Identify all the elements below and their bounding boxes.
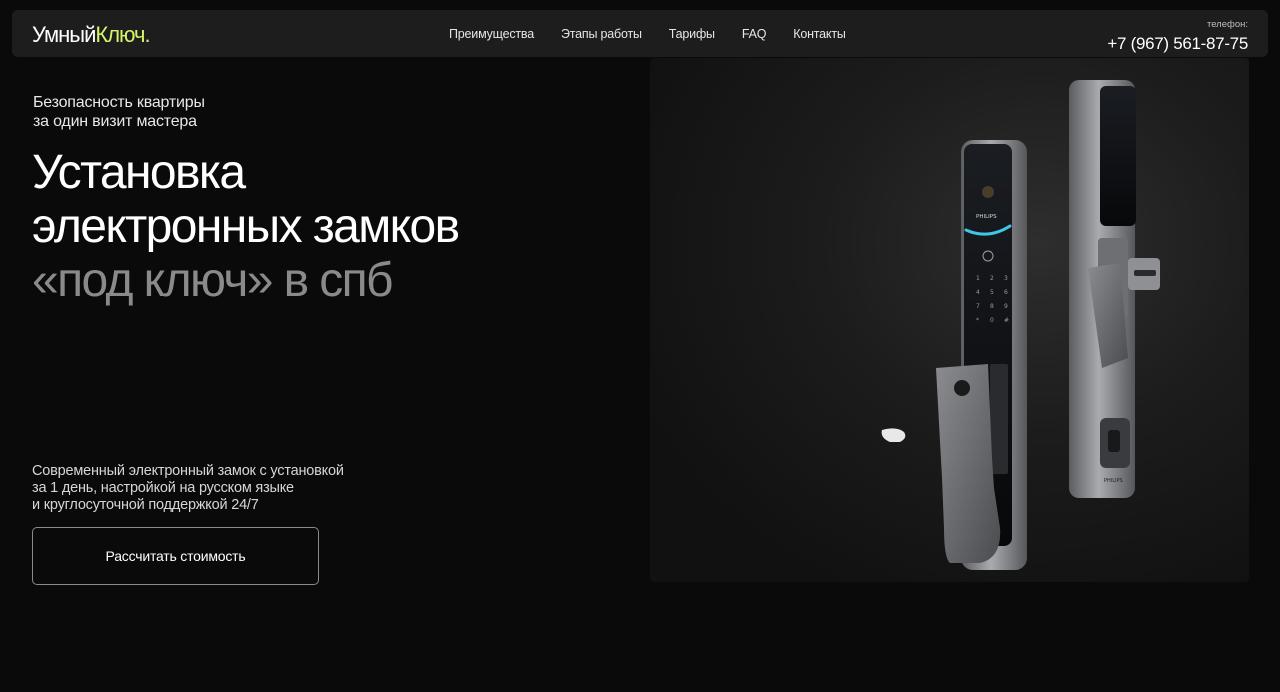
logo-word-1: Умный — [32, 22, 96, 47]
hero-headline: Установка электронных замков «под ключ» … — [32, 146, 460, 308]
nav-link-steps[interactable]: Этапы работы — [561, 27, 642, 41]
description-line-2: за 1 день, настройкой на русском языке — [32, 480, 294, 496]
keypad-key: 2 — [990, 275, 994, 282]
back-lock-body: PHILIPS — [1069, 80, 1160, 498]
phone-number-link[interactable]: +7 (967) 561-87-75 — [1107, 34, 1248, 54]
phone-label: телефон: — [1206, 19, 1248, 30]
hero-tagline: Безопасность квартиры за один визит маст… — [33, 93, 205, 131]
keypad-key: 0 — [990, 317, 994, 324]
product-image: PHILIPS PHILIPS 1 2 3 4 5 6 7 8 9 * 0 # — [650, 58, 1249, 582]
tagline-line-1: Безопасность квартиры — [33, 94, 205, 111]
site-header: УмныйКлюч. Преимущества Этапы работы Тар… — [12, 10, 1268, 57]
logo[interactable]: УмныйКлюч. — [32, 22, 151, 48]
headline-line-1: Установка — [32, 146, 246, 199]
keypad-key: 3 — [1004, 275, 1008, 282]
keypad-key: # — [1004, 317, 1009, 324]
back-lock-brand-text: PHILIPS — [1104, 478, 1123, 484]
description-line-1: Современный электронный замок с установк… — [32, 463, 344, 479]
calculate-price-button[interactable]: Рассчитать стоимость — [32, 527, 319, 585]
keypad-key: 4 — [976, 289, 980, 296]
logo-word-2: Ключ. — [95, 22, 150, 47]
keypad-key: 5 — [990, 289, 994, 296]
description-line-3: и круглосуточной поддержкой 24/7 — [32, 497, 259, 513]
nav-link-tariffs[interactable]: Тарифы — [669, 27, 715, 41]
headline-line-2: электронных замков — [32, 200, 460, 253]
tagline-line-2: за один визит мастера — [33, 113, 197, 130]
keypad-key: * — [976, 317, 979, 324]
nav-link-faq[interactable]: FAQ — [742, 27, 767, 41]
landing-page: УмныйКлюч. Преимущества Этапы работы Тар… — [0, 0, 1280, 692]
keypad-key: 7 — [976, 303, 980, 310]
nav-link-contacts[interactable]: Контакты — [793, 27, 846, 41]
hero-description: Современный электронный замок с установк… — [32, 463, 344, 514]
nav-link-advantages[interactable]: Преимущества — [449, 27, 534, 41]
front-lock-brand-text: PHILIPS — [976, 214, 997, 220]
keypad-key: 6 — [1004, 289, 1008, 296]
smart-lock-illustration: PHILIPS PHILIPS 1 2 3 4 5 6 7 8 9 * 0 # — [881, 80, 1160, 570]
keypad-key: 1 — [976, 275, 980, 282]
headline-line-3: «под ключ» в спб — [32, 254, 394, 307]
keypad-key: 9 — [1004, 303, 1008, 310]
keypad-key: 8 — [990, 303, 994, 310]
key-fob — [881, 428, 906, 442]
main-nav: Преимущества Этапы работы Тарифы FAQ Кон… — [449, 27, 846, 41]
